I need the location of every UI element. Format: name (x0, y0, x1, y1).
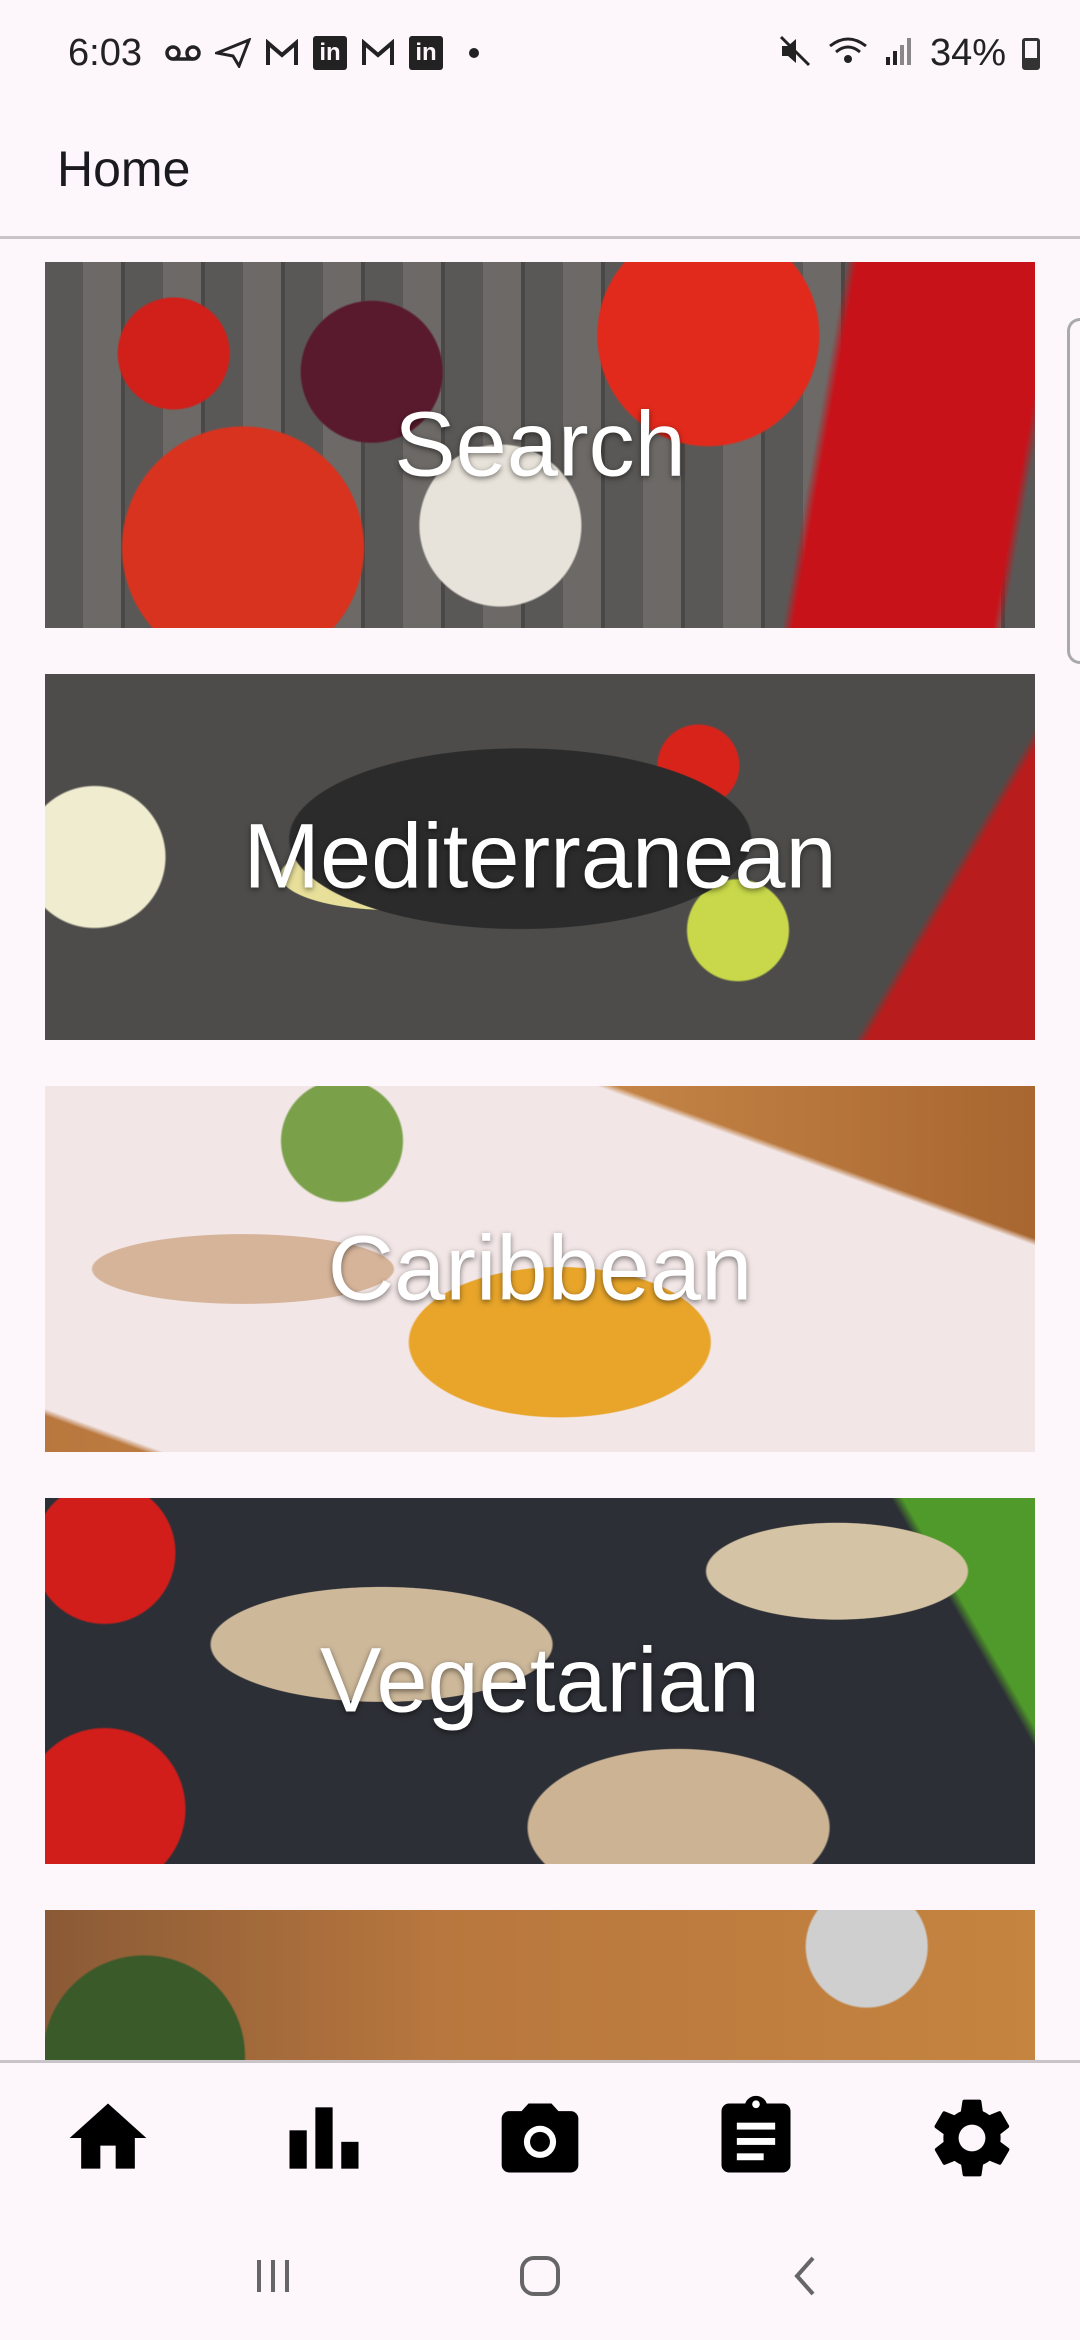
category-label: Vegetarian (320, 1629, 760, 1732)
battery-percentage: 34% (929, 32, 1006, 74)
nav-settings[interactable] (912, 2078, 1032, 2198)
nav-stats[interactable] (264, 2078, 384, 2198)
wifi-icon (828, 34, 868, 73)
gmail-icon (361, 36, 395, 70)
system-status-icons: 34% (778, 32, 1040, 75)
home-button[interactable] (500, 2236, 580, 2316)
voicemail-icon (165, 36, 201, 70)
page-title: Home (57, 141, 191, 197)
bar-chart-icon (289, 2106, 359, 2169)
status-time: 6:03 (68, 32, 142, 74)
category-card-vegetarian[interactable]: Vegetarian (45, 1498, 1035, 1864)
home-icon (69, 2103, 147, 2169)
category-label: Search (394, 393, 686, 496)
signal-icon (884, 35, 914, 72)
nav-clipboard[interactable] (696, 2078, 816, 2198)
recents-button[interactable] (233, 2236, 313, 2316)
category-list[interactable]: Search Mediterranean Caribbean Vegetaria… (45, 262, 1035, 2060)
linkedin-icon: in (313, 36, 347, 70)
system-navigation-bar (0, 2212, 1080, 2340)
notification-icons: in in (165, 36, 479, 70)
gear-icon (934, 2099, 1010, 2176)
category-card-partial[interactable] (45, 1910, 1035, 2060)
nav-home[interactable] (48, 2078, 168, 2198)
linkedin-icon: in (409, 36, 443, 70)
home-circle-icon (519, 2256, 560, 2296)
nav-camera[interactable] (480, 2078, 600, 2198)
back-icon (793, 2256, 815, 2296)
recents-icon (257, 2260, 290, 2292)
category-card-search[interactable]: Search (45, 262, 1035, 628)
send-icon (215, 36, 251, 70)
back-button[interactable] (767, 2236, 847, 2316)
status-bar: 6:03 in in 34% (0, 0, 1080, 112)
scrollbar[interactable] (1067, 318, 1080, 664)
category-card-mediterranean[interactable]: Mediterranean (45, 674, 1035, 1040)
app-bar: Home (0, 112, 1080, 239)
camera-icon (501, 2103, 579, 2172)
category-card-caribbean[interactable]: Caribbean (45, 1086, 1035, 1452)
mute-icon (778, 34, 812, 73)
gmail-icon (265, 36, 299, 70)
category-label: Mediterranean (243, 805, 837, 908)
more-notifications-dot-icon (469, 48, 479, 58)
battery-icon (1022, 37, 1040, 70)
bottom-navigation (0, 2060, 1080, 2212)
category-label: Caribbean (327, 1217, 753, 1320)
clipboard-icon (721, 2095, 791, 2172)
